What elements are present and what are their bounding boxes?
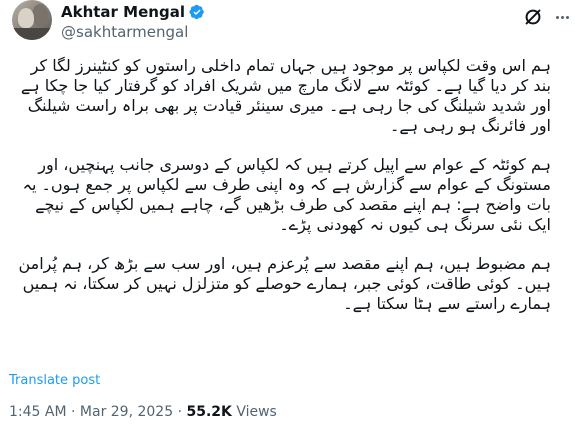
author-display-name[interactable]: Akhtar Mengal bbox=[61, 3, 185, 21]
meta-separator: · bbox=[177, 404, 183, 420]
meta-separator: · bbox=[71, 404, 76, 420]
avatar[interactable] bbox=[12, 0, 52, 40]
tweet-paragraph: ہم اس وقت لکپاس پر موجود ہیں جہاں تمام د… bbox=[20, 56, 551, 135]
author-name-row[interactable]: Akhtar Mengal bbox=[61, 3, 205, 21]
author-handle[interactable]: @sakhtarmengal bbox=[61, 23, 188, 41]
tweet-header: Akhtar Mengal @sakhtarmengal bbox=[0, 0, 575, 52]
verified-badge-icon bbox=[189, 4, 204, 20]
translate-post-link[interactable]: Translate post bbox=[9, 373, 100, 389]
tweet-date[interactable]: Mar 29, 2025 bbox=[80, 404, 173, 420]
tweet-paragraph: ہم کوئٹہ کے عوام سے اپیل کرتے ہیں کہ لکپ… bbox=[22, 155, 551, 234]
views-label: Views bbox=[236, 404, 277, 420]
views-count: 55.2K bbox=[186, 404, 232, 420]
more-options-icon[interactable] bbox=[551, 6, 573, 28]
tweet-metadata: 1:45 AM · Mar 29, 2025 · 55.2K Views bbox=[9, 403, 277, 421]
tweet-text: ہم اس وقت لکپاس پر موجود ہیں جہاں تمام د… bbox=[10, 56, 551, 333]
grok-icon[interactable] bbox=[522, 6, 544, 28]
tweet-paragraph: ہم مضبوط ہیں، ہم اپنے مقصد سے پُرعزم ہیں… bbox=[18, 254, 551, 313]
tweet-time[interactable]: 1:45 AM bbox=[9, 404, 67, 420]
